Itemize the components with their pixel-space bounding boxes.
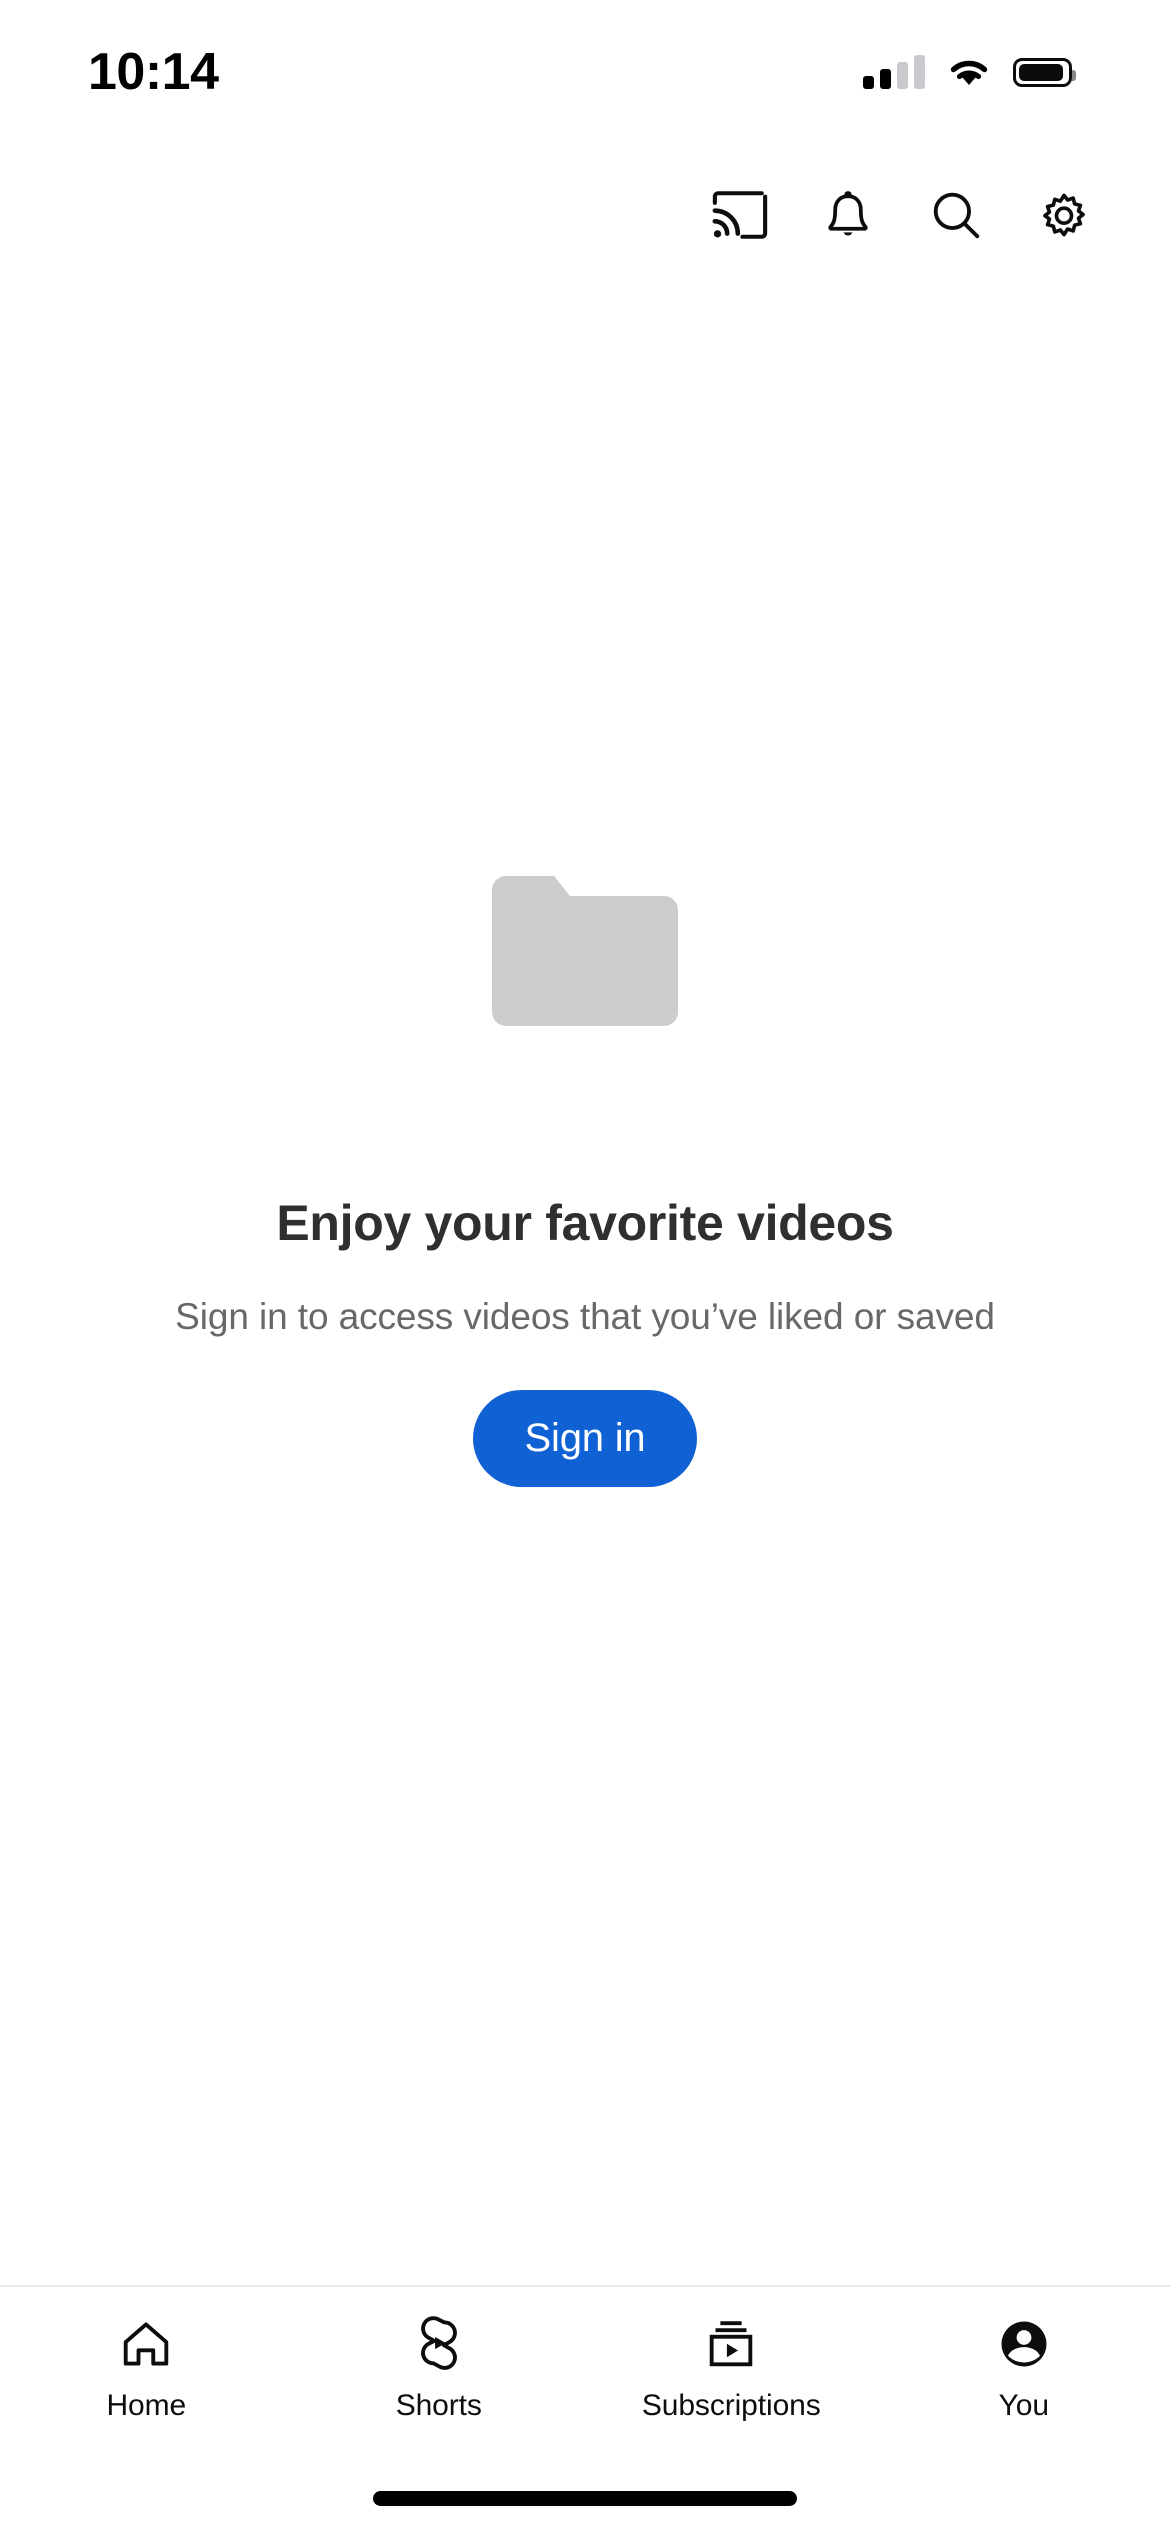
shorts-icon: [420, 2316, 457, 2370]
nav-label-shorts: Shorts: [395, 2389, 482, 2422]
account-avatar-icon: [1001, 2321, 1047, 2367]
empty-state: Enjoy your favorite videos Sign in to ac…: [0, 0, 1170, 2532]
empty-state-subtitle: Sign in to access videos that you’ve lik…: [175, 1295, 995, 1337]
account-avatar-icon-wrap: [995, 2313, 1053, 2375]
subscriptions-icon: [709, 2321, 753, 2367]
nav-item-shorts[interactable]: Shorts: [293, 2313, 586, 2423]
sign-in-button[interactable]: Sign in: [472, 1389, 698, 1487]
nav-item-home[interactable]: Home: [0, 2313, 293, 2423]
subscriptions-icon-wrap: [702, 2313, 760, 2375]
home-icon: [124, 2322, 169, 2366]
nav-item-subscriptions[interactable]: Subscriptions: [585, 2313, 878, 2423]
shorts-icon-wrap: [410, 2313, 468, 2375]
nav-label-you: You: [998, 2389, 1049, 2422]
nav-item-you[interactable]: You: [878, 2313, 1170, 2423]
folder-icon: [492, 875, 678, 1026]
nav-label-subscriptions: Subscriptions: [641, 2389, 821, 2422]
nav-label-home: Home: [106, 2389, 187, 2422]
youtube-app-screen: 10:14 Enjoy your favorite videos Sign in…: [0, 0, 1170, 2532]
home-indicator: [373, 2491, 797, 2506]
empty-state-headline: Enjoy your favorite videos: [276, 1194, 894, 1251]
home-icon-wrap: [117, 2313, 175, 2375]
